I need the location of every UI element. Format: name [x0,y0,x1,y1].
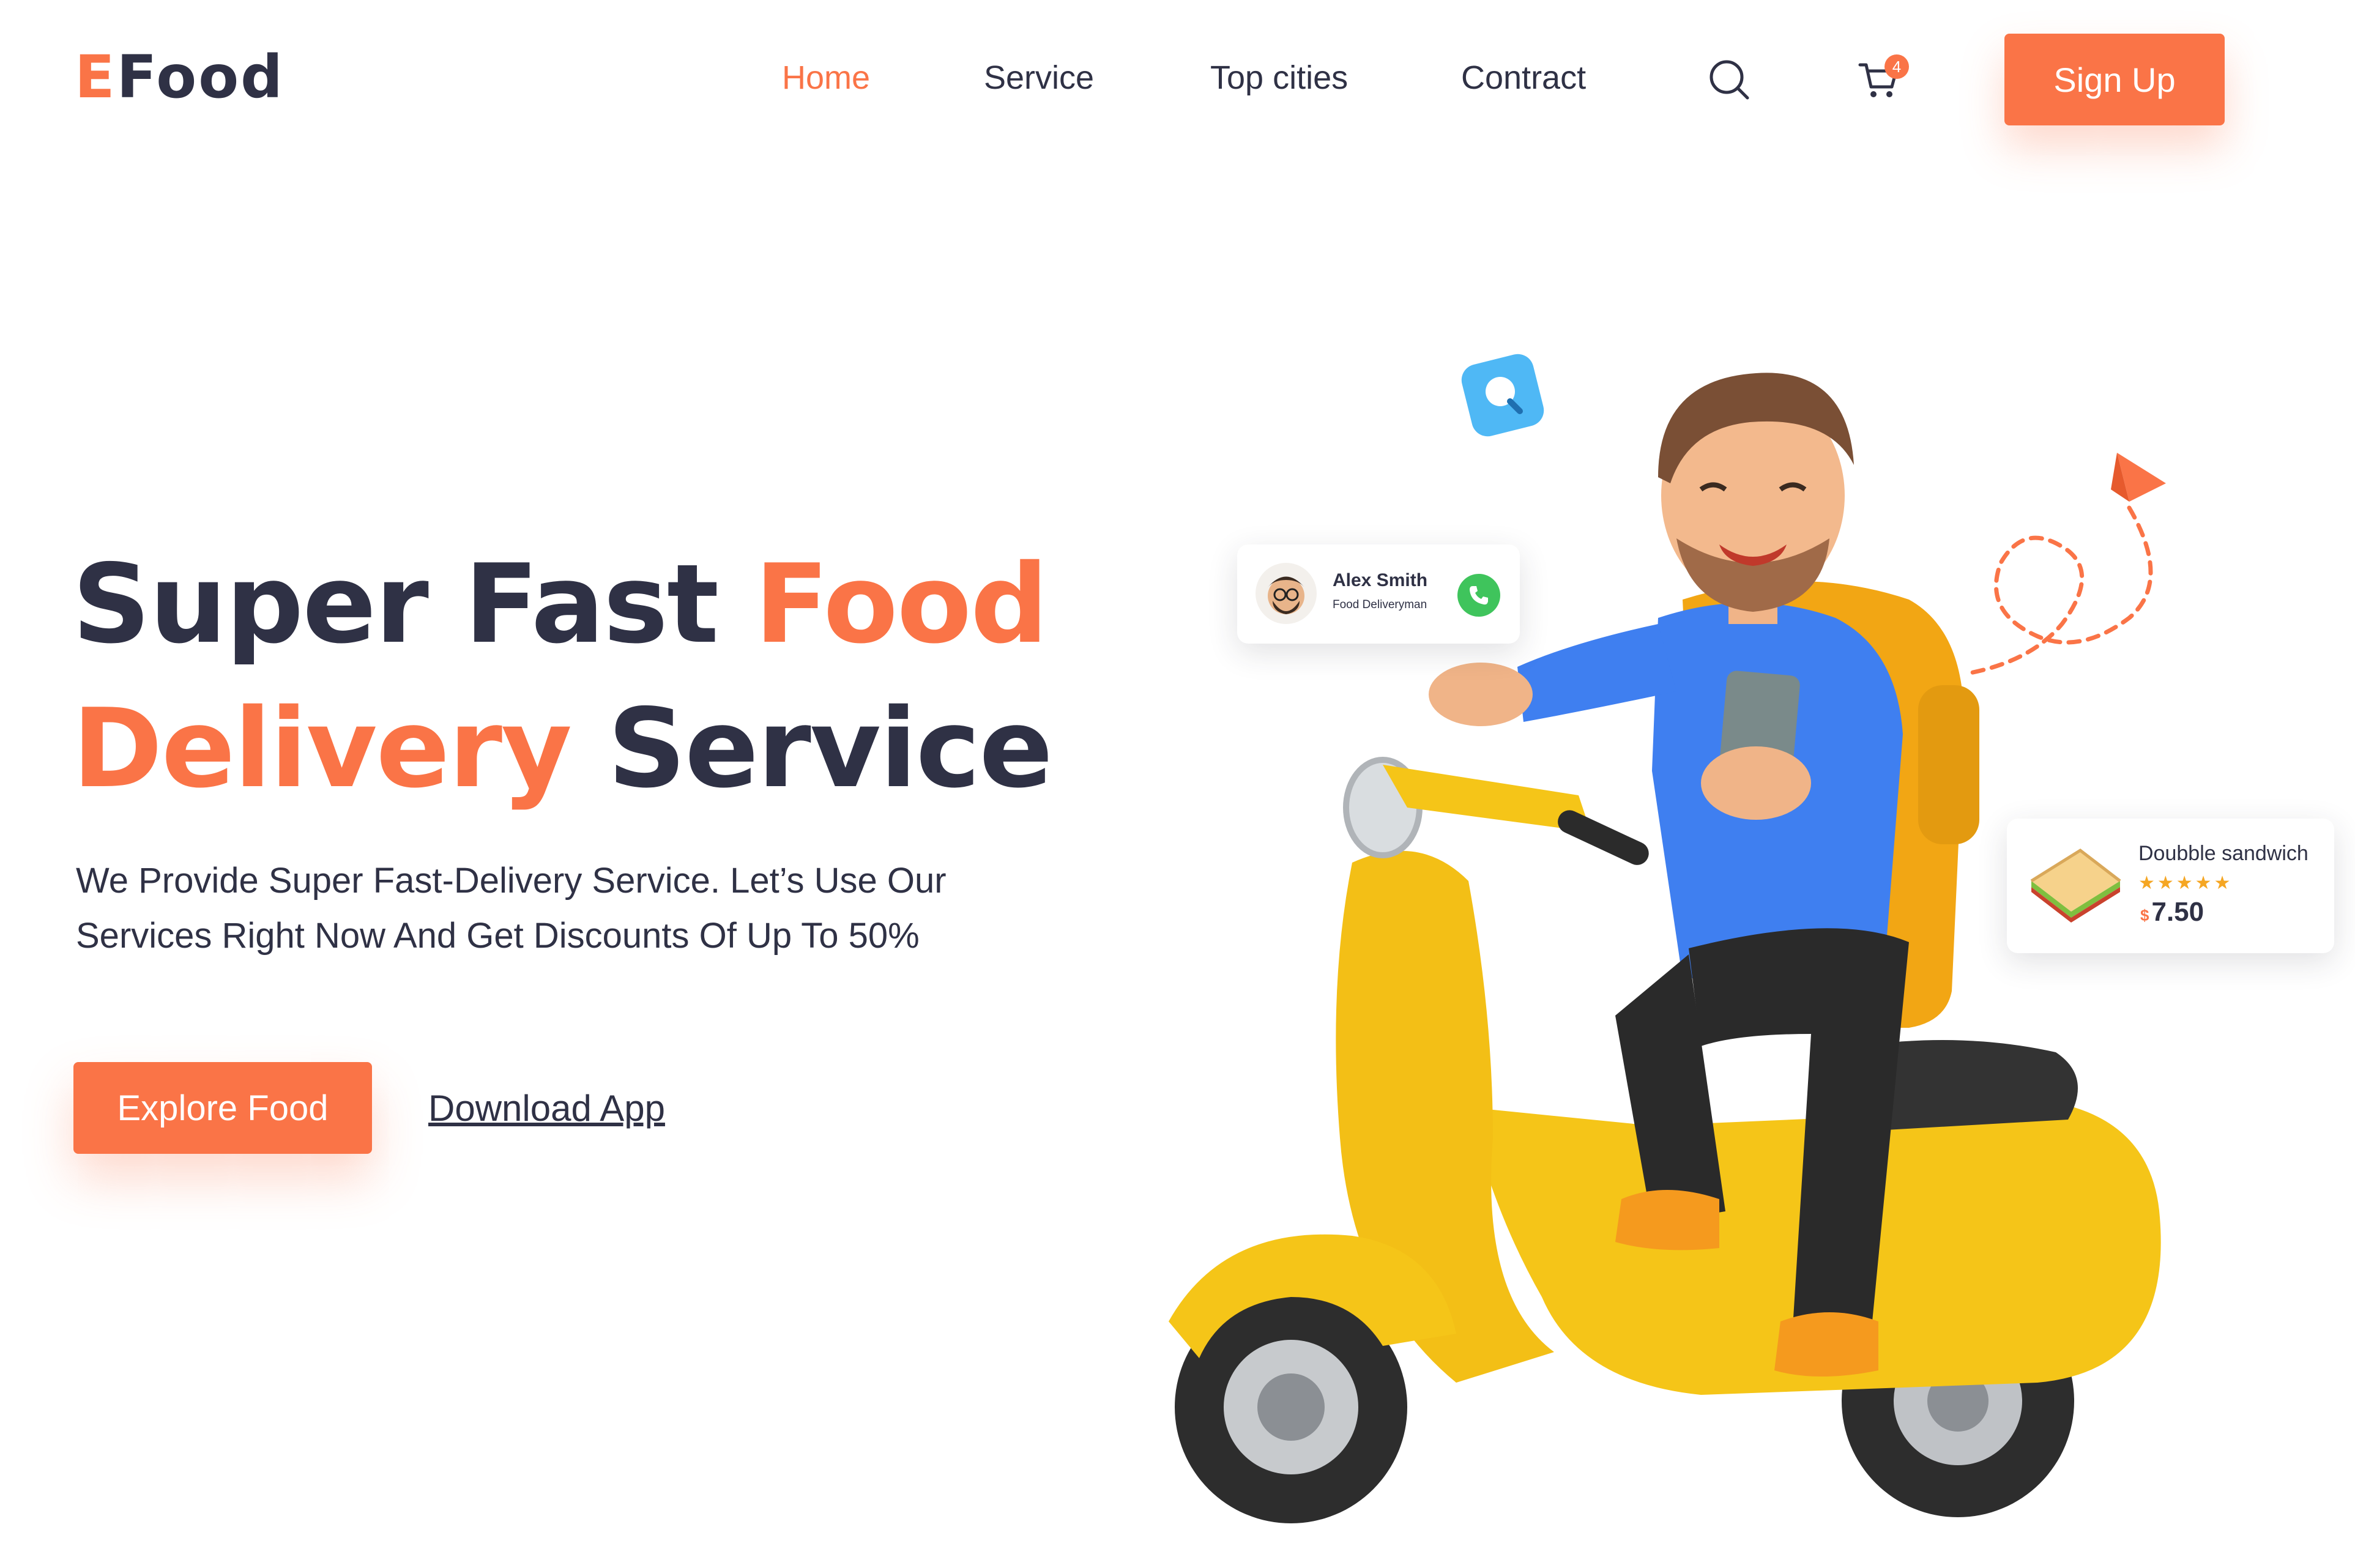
food-card: Doubble sandwich ★★★★★ $7.50 [2007,819,2334,953]
nav-link-home[interactable]: Home [782,58,870,98]
courier-name: Alex Smith [1333,570,1428,590]
food-price: $7.50 [2140,897,2204,927]
download-app-link[interactable]: Download App [428,1087,665,1129]
phone-icon[interactable] [1457,574,1500,617]
hero-subtitle-line1: We Provide Super Fast-Delivery Service. … [76,861,947,901]
nav-link-contract[interactable]: Contract [1461,58,1586,98]
hero-title: Super Fast Food Delivery Service [72,532,1053,821]
floating-search-icon [1461,354,1544,437]
sandwich-icon [2030,848,2121,923]
nav-link-service[interactable]: Service [984,58,1094,98]
hero-subtitle: We Provide Super Fast-Delivery Service. … [76,853,1055,964]
price-value: 7.50 [2151,897,2204,927]
hero-title-part1: Super Fast [72,541,755,667]
food-name: Doubble sandwich [2138,842,2308,865]
courier-role: Food Deliveryman [1333,598,1427,611]
search-icon[interactable] [1708,59,1751,102]
courier-avatar [1256,563,1317,624]
paper-plane-icon [1968,453,2166,675]
cart-count-badge: 4 [1884,54,1909,79]
hero-title-part2: Food [754,541,1048,667]
hero-subtitle-line2: Services Right Now And Get Discounts Of … [76,916,920,956]
logo[interactable]: EFood [75,48,285,106]
hero-title-part4: Service [571,685,1053,812]
logo-text: Food [116,43,285,111]
hero-title-part3: Delivery [72,685,572,812]
nav-link-top-cities[interactable]: Top cities [1210,58,1348,98]
explore-food-button[interactable]: Explore Food [73,1062,372,1154]
courier-card: Alex Smith Food Deliveryman [1237,544,1520,644]
sign-up-button[interactable]: Sign Up [2004,34,2225,125]
logo-letter-e: E [75,43,117,111]
landing-page: EFood Home Service Top cities Contract 4… [0,0,2355,1568]
price-currency: $ [2140,906,2149,924]
rating-stars: ★★★★★ [2138,873,2233,893]
